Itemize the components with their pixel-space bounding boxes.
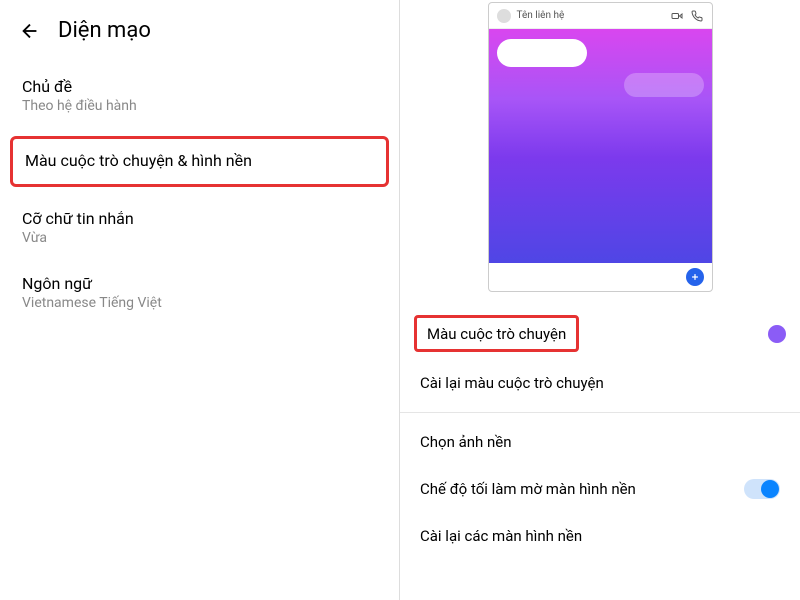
appearance-settings-panel: Diện mạo Chủ đề Theo hệ điều hành Màu cu…: [0, 0, 400, 600]
setting-language[interactable]: Ngôn ngữ Vietnamese Tiếng Việt: [0, 260, 399, 325]
option-label: Cài lại các màn hình nền: [420, 527, 582, 545]
setting-chat-color-wallpaper[interactable]: Màu cuộc trò chuyện & hình nền: [25, 151, 374, 170]
option-label: Cài lại màu cuộc trò chuyện: [420, 374, 604, 392]
setting-subtitle: Theo hệ điều hành: [22, 98, 377, 114]
highlight-chat-color: Màu cuộc trò chuyện: [414, 315, 579, 352]
setting-subtitle: Vietnamese Tiếng Việt: [22, 295, 377, 311]
message-bubble-incoming: [624, 73, 704, 97]
toggle-switch[interactable]: [744, 479, 780, 499]
settings-list: Chủ đề Theo hệ điều hành Màu cuộc trò ch…: [0, 53, 399, 335]
option-label: Chọn ảnh nền: [420, 433, 512, 451]
page-title: Diện mạo: [58, 18, 151, 43]
chat-preview: Tên liên hệ: [488, 2, 713, 292]
option-reset-backgrounds[interactable]: Cài lại các màn hình nền: [400, 513, 800, 559]
option-choose-background[interactable]: Chọn ảnh nền: [400, 419, 800, 465]
toggle-knob-icon: [761, 480, 779, 498]
preview-footer: [489, 263, 712, 291]
setting-title: Cỡ chữ tin nhắn: [22, 209, 377, 228]
video-call-icon: [670, 9, 684, 23]
divider: [400, 412, 800, 413]
option-dark-mode-blur[interactable]: Chế độ tối làm mờ màn hình nền: [400, 465, 800, 513]
setting-subtitle: Vừa: [22, 230, 377, 246]
setting-title: Ngôn ngữ: [22, 274, 377, 293]
setting-title: Chủ đề: [22, 77, 377, 96]
setting-title: Màu cuộc trò chuyện & hình nền: [25, 151, 374, 170]
contact-name: Tên liên hệ: [517, 10, 664, 21]
avatar-icon: [497, 9, 511, 23]
message-bubble-outgoing: [497, 39, 587, 67]
header: Diện mạo: [0, 0, 399, 53]
highlight-chat-color-wallpaper: Màu cuộc trò chuyện & hình nền: [10, 136, 389, 187]
option-label: Màu cuộc trò chuyện: [427, 325, 566, 343]
audio-call-icon: [690, 9, 704, 23]
chat-color-wallpaper-panel: Tên liên hệ Màu cuộc trò chuyện: [400, 0, 800, 600]
back-arrow-icon[interactable]: [18, 19, 42, 43]
color-swatch-icon: [768, 325, 786, 343]
send-button-icon: [686, 268, 704, 286]
option-label: Chế độ tối làm mờ màn hình nền: [420, 480, 636, 498]
option-reset-chat-color[interactable]: Cài lại màu cuộc trò chuyện: [400, 360, 800, 406]
setting-font-size[interactable]: Cỡ chữ tin nhắn Vừa: [0, 195, 399, 260]
option-chat-color[interactable]: Màu cuộc trò chuyện: [400, 307, 800, 360]
setting-theme[interactable]: Chủ đề Theo hệ điều hành: [0, 63, 399, 128]
preview-chat-body: [489, 29, 712, 263]
preview-header: Tên liên hệ: [489, 3, 712, 29]
